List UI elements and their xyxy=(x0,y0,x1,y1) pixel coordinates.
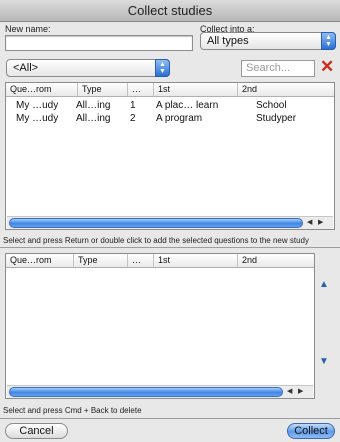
triangle-up-icon[interactable]: ▲ xyxy=(319,279,329,290)
up-down-arrows-icon: ▲ ▼ xyxy=(321,32,336,50)
column-header[interactable]: … xyxy=(128,254,154,267)
column-header[interactable]: Que…rom xyxy=(6,254,74,267)
cancel-button[interactable]: Cancel xyxy=(5,423,68,439)
column-header[interactable]: Type xyxy=(78,83,128,96)
column-header[interactable]: 2nd xyxy=(238,83,334,96)
table-cell: All…ing xyxy=(76,113,111,124)
scrollbar-thumb[interactable] xyxy=(9,218,303,228)
triangle-down-icon[interactable]: ▼ xyxy=(319,356,329,367)
red-x-icon[interactable]: ✕ xyxy=(320,58,334,75)
up-down-arrows-icon: ▲ ▼ xyxy=(155,59,170,77)
filter-select[interactable]: <All> ▲ ▼ xyxy=(6,59,170,77)
title-bar: Collect studies xyxy=(0,0,340,22)
scrollbar-thumb[interactable] xyxy=(9,387,283,397)
table-cell: 2 xyxy=(130,113,136,124)
collect-button[interactable]: Collect xyxy=(287,423,335,439)
table-header: Que…rom Type … 1st 2nd xyxy=(6,254,314,268)
column-header[interactable]: Type xyxy=(74,254,128,267)
table-row[interactable]: My …udy All…ing 2 A program Studyper xyxy=(6,111,334,126)
scroll-left-icon[interactable]: ◀ xyxy=(307,218,312,226)
section-divider xyxy=(0,247,340,248)
horizontal-scrollbar[interactable]: ◀ ▶ xyxy=(7,385,313,398)
questions-table[interactable]: Que…rom Type … 1st 2nd My …udy All…ing 1… xyxy=(5,82,335,230)
new-name-label: New name: xyxy=(5,24,51,34)
new-name-field[interactable] xyxy=(5,35,193,51)
search-input[interactable]: Search... xyxy=(241,60,315,77)
footer-divider xyxy=(0,418,340,419)
table-header: Que…rom Type … 1st 2nd xyxy=(6,83,334,97)
horizontal-scrollbar[interactable]: ◀ ▶ xyxy=(7,216,333,229)
column-header[interactable]: … xyxy=(128,83,154,96)
table-cell: My …udy xyxy=(16,113,59,124)
column-header[interactable]: Que…rom xyxy=(6,83,78,96)
column-header[interactable]: 1st xyxy=(154,254,238,267)
collect-into-select[interactable]: All types ▲ ▼ xyxy=(200,32,336,50)
column-header[interactable]: 2nd xyxy=(238,254,314,267)
scroll-right-icon[interactable]: ▶ xyxy=(298,387,303,395)
bottom-table-hint: Select and press Cmd + Back to delete xyxy=(3,406,142,415)
filter-value: <All> xyxy=(13,62,39,74)
table-cell: Studyper xyxy=(256,113,297,124)
scroll-right-icon[interactable]: ▶ xyxy=(318,218,323,226)
collect-into-value: All types xyxy=(207,35,249,47)
window-title: Collect studies xyxy=(127,3,213,18)
table-cell: A program xyxy=(156,113,203,124)
scroll-left-icon[interactable]: ◀ xyxy=(287,387,292,395)
column-header[interactable]: 1st xyxy=(154,83,238,96)
selected-questions-table[interactable]: Que…rom Type … 1st 2nd ◀ ▶ xyxy=(5,253,315,399)
top-table-hint: Select and press Return or double click … xyxy=(3,236,309,245)
